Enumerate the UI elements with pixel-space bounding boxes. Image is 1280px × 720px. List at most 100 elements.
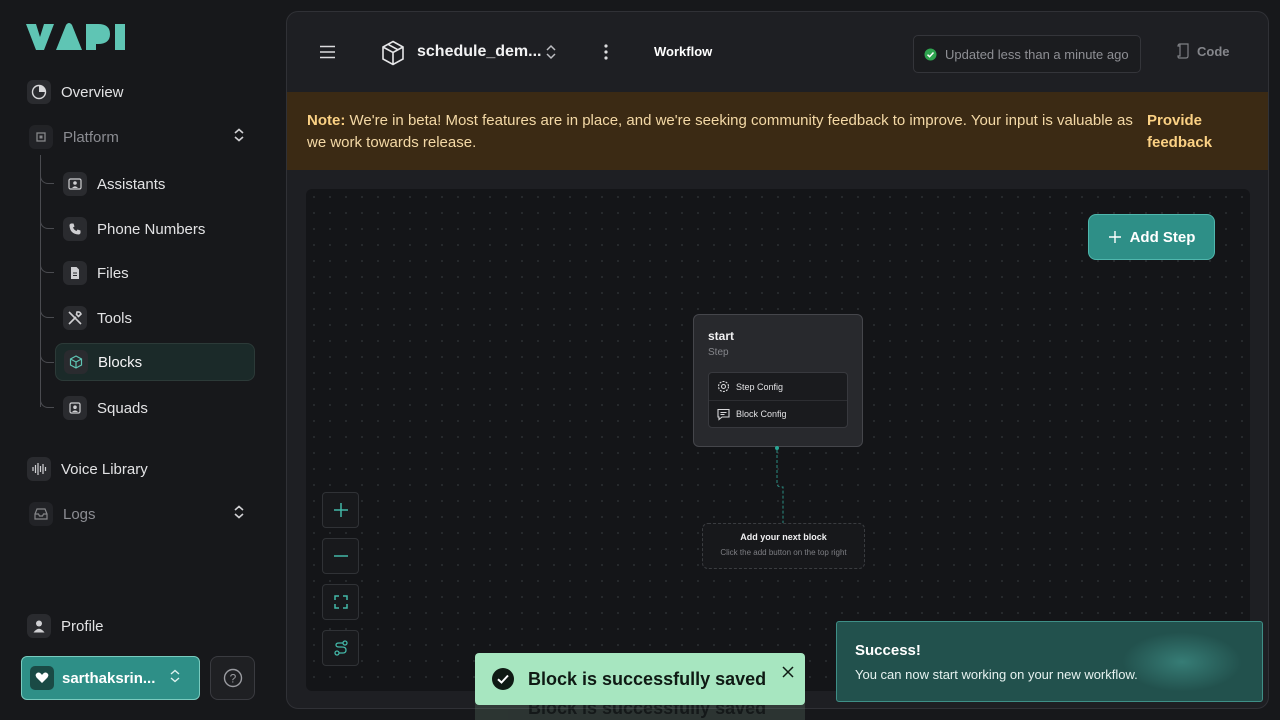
block-name-select[interactable]: schedule_dem... [417,43,542,61]
tab-workflow[interactable]: Workflow [654,44,712,59]
gear-icon [717,380,730,393]
user-icon [27,614,51,638]
tree-line [40,155,41,407]
chevron-updown-icon[interactable] [545,44,557,65]
nav-voice-library-label: Voice Library [61,460,148,478]
node-subtitle: Step [708,347,729,358]
route-icon [333,640,348,656]
tools-icon [63,306,87,330]
sidebar-item-assistants[interactable]: Assistants [55,165,255,203]
help-button[interactable]: ? [210,656,255,700]
code-button[interactable]: Code [1177,43,1230,59]
more-vertical-icon[interactable] [603,44,609,65]
hamburger-menu-icon[interactable] [319,45,336,64]
sidebar-item-squads[interactable]: Squads [55,389,255,427]
node-title: start [708,329,735,343]
nav-platform[interactable]: Platform [29,119,259,155]
tree-branch [40,170,54,184]
chip-icon [29,125,53,149]
topbar: schedule_dem... Workflow Updated less th… [287,12,1268,92]
sidebar-item-files[interactable]: Files [55,254,255,292]
nav-platform-label: Platform [63,128,119,146]
zoom-in-button[interactable] [322,492,359,528]
note-label: Note: [307,112,346,129]
tree-branch [40,215,54,229]
auto-layout-button[interactable] [322,630,359,666]
add-step-label: Add Step [1129,228,1196,246]
chevron-updown-icon [233,127,245,147]
sidebar-item-label: Tools [97,309,133,327]
step-config-row[interactable]: Step Config [709,373,847,400]
save-status-text: Updated less than a minute ago [945,46,1129,62]
tree-branch [40,304,54,318]
sidebar-item-label: Squads [97,399,148,417]
start-step-node[interactable]: start Step Step Config Block Config [693,314,863,447]
beta-note-banner: Note: We're in beta! Most features are i… [287,92,1268,170]
phone-icon [63,217,87,241]
help-circle-icon: ? [223,668,242,688]
chevron-updown-icon [169,669,181,688]
add-next-block-placeholder: Add your next block Click the add button… [702,523,865,569]
plus-icon [333,503,348,517]
block-saved-toast: Block is successfully saved [475,653,805,705]
sidebar-item-label: Phone Numbers [97,220,206,238]
sidebar-item-blocks[interactable]: Blocks [55,343,255,381]
toast-saved-text: Block is successfully saved [528,668,767,689]
sidebar: Overview Platform Assistants Phone Numbe… [0,0,286,720]
code-button-label: Code [1197,43,1230,59]
connector-edge [775,446,784,525]
file-icon [63,261,87,285]
vapi-heart-icon [30,666,54,690]
inbox-icon [29,502,53,526]
node-config-list: Step Config Block Config [708,372,848,428]
check-circle-icon [924,48,937,60]
vapi-logo[interactable] [26,22,126,57]
chevron-updown-icon [233,504,245,524]
message-icon [717,408,730,421]
org-name: sarthaksrin... [62,669,156,687]
nav-overview[interactable]: Overview [27,74,124,110]
cube-icon [64,350,88,374]
check-circle-icon [492,668,514,690]
tree-branch [40,259,54,273]
step-config-label: Step Config [736,381,784,392]
sidebar-item-tools[interactable]: Tools [55,299,255,337]
nav-profile[interactable]: Profile [27,608,104,644]
squad-icon [63,396,87,420]
note-text: We're in beta! Most features are in plac… [307,112,1133,151]
pie-chart-icon [27,80,51,104]
scroll-icon [1177,43,1189,59]
fit-screen-icon [333,595,348,609]
svg-text:?: ? [229,672,236,686]
nav-logs[interactable]: Logs [29,496,259,532]
sidebar-item-label: Files [97,264,129,282]
nav-logs-label: Logs [63,505,96,523]
cube-icon [381,40,405,71]
save-status-badge: Updated less than a minute ago [913,35,1141,73]
contact-card-icon [63,172,87,196]
sidebar-item-label: Blocks [98,353,143,371]
next-block-hint: Click the add button on the top right [720,548,847,557]
main-panel: schedule_dem... Workflow Updated less th… [286,11,1269,709]
minus-icon [333,555,348,557]
nav-overview-label: Overview [61,83,124,101]
next-block-title: Add your next block [740,532,827,542]
nav-voice-library[interactable]: Voice Library [27,451,148,487]
sidebar-item-label: Assistants [97,175,166,193]
fit-view-button[interactable] [322,584,359,620]
tree-branch [40,394,54,408]
workflow-success-toast: Success! You can now start working on yo… [836,621,1263,702]
tree-branch [40,349,54,363]
plus-icon [1108,231,1121,243]
provide-feedback-link[interactable]: Provide feedback [1147,110,1247,154]
zoom-out-button[interactable] [322,538,359,574]
audio-wave-icon [27,457,51,481]
nav-profile-label: Profile [61,617,104,635]
block-config-label: Block Config [736,409,787,419]
add-step-button[interactable]: Add Step [1088,214,1215,260]
workflow-canvas[interactable]: Add Step start Step Step Config Block Co… [306,189,1250,691]
block-config-row[interactable]: Block Config [709,400,847,427]
sidebar-item-phone-numbers[interactable]: Phone Numbers [55,210,255,248]
org-switcher-button[interactable]: sarthaksrin... [21,656,200,700]
close-icon[interactable] [781,663,795,684]
